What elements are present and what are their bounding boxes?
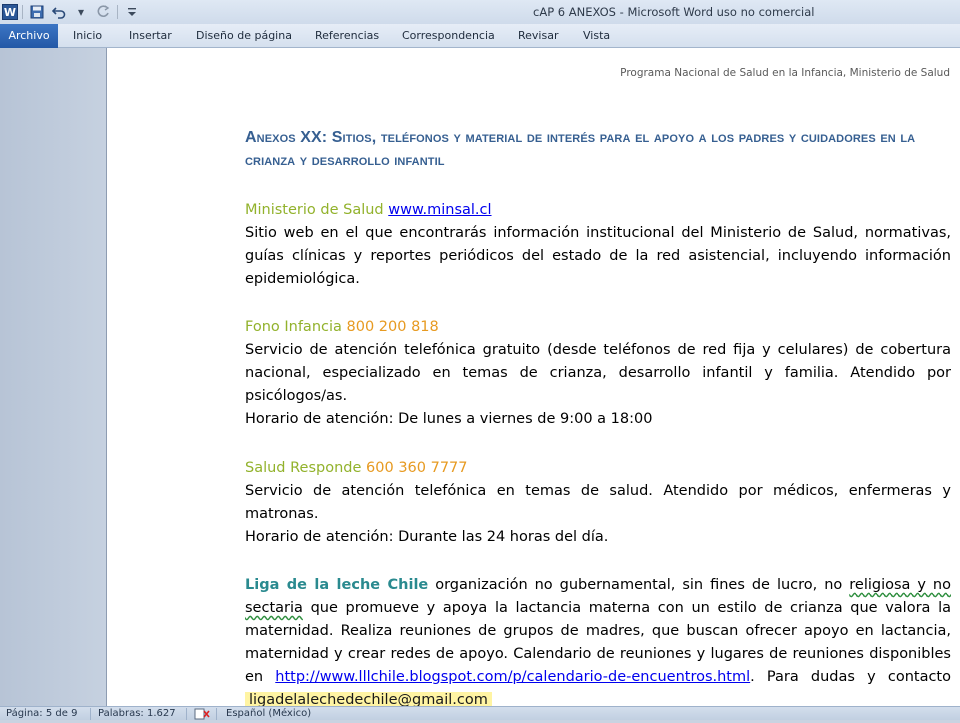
save-icon[interactable] xyxy=(27,3,47,21)
status-language[interactable]: Español (México) xyxy=(226,708,311,719)
minsal-title-line: Ministerio de Salud www.minsal.cl xyxy=(245,199,951,222)
tab-correspondencia[interactable]: Correspondencia xyxy=(402,24,495,48)
annex-heading: Anexos XX: Sitios, teléfonos y material … xyxy=(245,129,916,169)
salud-phone: 600 360 7777 xyxy=(366,460,468,476)
customize-icon[interactable] xyxy=(122,3,142,21)
qa-separator xyxy=(117,5,118,19)
redo-icon[interactable] xyxy=(93,3,113,21)
status-separator xyxy=(216,708,217,720)
liga-email[interactable]: ligadelalechedechile@gmail.com xyxy=(245,692,492,706)
qa-separator xyxy=(22,5,23,19)
spellcheck-icon[interactable] xyxy=(194,708,210,723)
fono-name: Fono Infancia xyxy=(245,319,342,335)
left-margin-area xyxy=(0,48,106,706)
fono-description: Servicio de atención telefónica gratuito… xyxy=(245,342,951,404)
minsal-name: Ministerio de Salud xyxy=(245,202,384,218)
page-header: Programa Nacional de Salud en la Infanci… xyxy=(620,67,950,79)
tab-insertar[interactable]: Insertar xyxy=(129,24,172,48)
salud-horario: Horario de atención: Durante las 24 hora… xyxy=(245,529,609,545)
liga-paragraph: Liga de la leche Chile organización no g… xyxy=(245,574,951,706)
undo-dropdown-icon[interactable]: ▾ xyxy=(71,3,91,21)
document-workspace: Programa Nacional de Salud en la Infanci… xyxy=(0,48,960,706)
status-word-count[interactable]: Palabras: 1.627 xyxy=(98,708,176,719)
window-title: cAP 6 ANEXOS - Microsoft Word uso no com… xyxy=(533,5,815,19)
salud-name: Salud Responde xyxy=(245,460,362,476)
quick-access-toolbar: W ▾ xyxy=(2,3,142,21)
tab-revisar[interactable]: Revisar xyxy=(518,24,558,48)
fono-title-line: Fono Infancia 800 200 818 xyxy=(245,316,951,339)
liga-calendar-link[interactable]: http://www.lllchile.blogspot.com/p/calen… xyxy=(275,669,750,685)
liga-name: Liga de la leche Chile xyxy=(245,577,429,593)
undo-icon[interactable] xyxy=(49,3,69,21)
status-page-count[interactable]: Página: 5 de 9 xyxy=(6,708,77,719)
tab-referencias[interactable]: Referencias xyxy=(315,24,379,48)
tab-archivo[interactable]: Archivo xyxy=(0,24,58,48)
salud-title-line: Salud Responde 600 360 7777 xyxy=(245,457,951,480)
status-bar: Página: 5 de 9 Palabras: 1.627 Español (… xyxy=(0,706,960,720)
liga-text-c: . Para dudas y contacto xyxy=(750,669,951,685)
minsal-link[interactable]: www.minsal.cl xyxy=(388,202,491,218)
ribbon-tabs: Archivo Inicio Insertar Diseño de página… xyxy=(0,24,960,48)
fono-horario: Horario de atención: De lunes a viernes … xyxy=(245,411,653,427)
fono-phone: 800 200 818 xyxy=(346,319,439,335)
minsal-description: Sitio web en el que encontrarás informac… xyxy=(245,225,951,287)
document-page[interactable]: Programa Nacional de Salud en la Infanci… xyxy=(106,48,960,706)
tab-diseno-de-pagina[interactable]: Diseño de página xyxy=(196,24,292,48)
status-separator xyxy=(90,708,91,720)
status-separator xyxy=(186,708,187,720)
liga-text-a: organización no gubernamental, sin fines… xyxy=(428,577,850,593)
word-logo-icon[interactable]: W xyxy=(2,4,18,20)
tab-inicio[interactable]: Inicio xyxy=(73,24,102,48)
title-bar: W ▾ cAP 6 ANEXOS - Microsoft Word uso no… xyxy=(0,0,960,24)
tab-vista[interactable]: Vista xyxy=(583,24,610,48)
salud-description: Servicio de atención telefónica en temas… xyxy=(245,483,951,522)
